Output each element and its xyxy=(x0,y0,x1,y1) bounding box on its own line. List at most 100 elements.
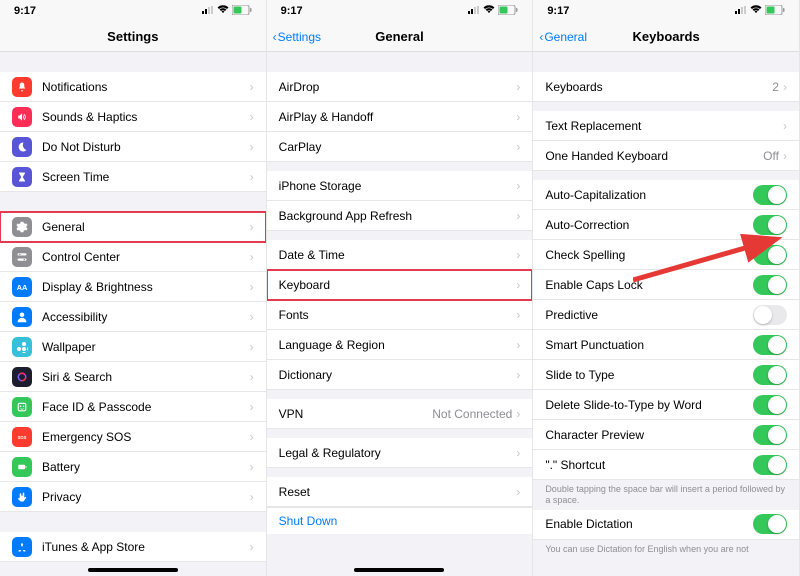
row-label: Notifications xyxy=(42,80,250,94)
settings-row[interactable]: Keyboards2› xyxy=(533,72,799,102)
nav-bar: ‹General Keyboards xyxy=(533,22,799,52)
row-label: Delete Slide-to-Type by Word xyxy=(545,398,753,412)
home-indicator[interactable] xyxy=(88,568,178,572)
toggle-switch[interactable] xyxy=(753,245,787,265)
settings-row[interactable]: Predictive xyxy=(533,300,799,330)
chevron-right-icon: › xyxy=(250,540,254,554)
settings-row[interactable]: SOSEmergency SOS› xyxy=(0,422,266,452)
cellular-icon xyxy=(735,5,747,17)
settings-row[interactable]: Siri & Search› xyxy=(0,362,266,392)
chevron-right-icon: › xyxy=(250,310,254,324)
settings-row[interactable]: CarPlay› xyxy=(267,132,533,162)
toggle-switch[interactable] xyxy=(753,425,787,445)
settings-screen: 9:17 Settings Notifications›Sounds & Hap… xyxy=(0,0,267,576)
settings-row[interactable]: Delete Slide-to-Type by Word xyxy=(533,390,799,420)
settings-row[interactable]: Control Center› xyxy=(0,242,266,272)
toggle-switch[interactable] xyxy=(753,185,787,205)
chevron-right-icon: › xyxy=(516,110,520,124)
page-title: General xyxy=(375,29,423,44)
toggle-switch[interactable] xyxy=(753,365,787,385)
settings-row[interactable]: AirPlay & Handoff› xyxy=(267,102,533,132)
status-bar: 9:17 xyxy=(0,0,266,22)
chevron-right-icon: › xyxy=(516,179,520,193)
toggle-switch[interactable] xyxy=(753,275,787,295)
settings-row[interactable]: Language & Region› xyxy=(267,330,533,360)
row-label: One Handed Keyboard xyxy=(545,149,763,163)
face-icon xyxy=(12,397,32,417)
chevron-right-icon: › xyxy=(516,209,520,223)
chevron-right-icon: › xyxy=(250,220,254,234)
settings-row[interactable]: Date & Time› xyxy=(267,240,533,270)
wifi-icon xyxy=(750,5,762,17)
hourglass-icon xyxy=(12,167,32,187)
settings-row[interactable]: Character Preview xyxy=(533,420,799,450)
settings-row[interactable]: Check Spelling xyxy=(533,240,799,270)
settings-row[interactable]: Notifications› xyxy=(0,72,266,102)
settings-list: Notifications›Sounds & Haptics›Do Not Di… xyxy=(0,52,266,562)
settings-row[interactable]: Enable Caps Lock xyxy=(533,270,799,300)
battery-icon xyxy=(765,5,785,18)
settings-row[interactable]: Sounds & Haptics› xyxy=(0,102,266,132)
chevron-right-icon: › xyxy=(516,407,520,421)
row-label: Language & Region xyxy=(279,338,517,352)
settings-row[interactable]: Reset› xyxy=(267,477,533,507)
settings-row[interactable]: Auto-Capitalization xyxy=(533,180,799,210)
settings-row[interactable]: Smart Punctuation xyxy=(533,330,799,360)
settings-row[interactable]: Dictionary› xyxy=(267,360,533,390)
row-label: Privacy xyxy=(42,490,250,504)
cellular-icon xyxy=(202,5,214,17)
settings-row[interactable]: Wallpaper› xyxy=(0,332,266,362)
page-title: Settings xyxy=(107,29,158,44)
toggle-switch[interactable] xyxy=(753,335,787,355)
settings-row[interactable]: One Handed KeyboardOff› xyxy=(533,141,799,171)
nav-bar: Settings xyxy=(0,22,266,52)
row-label: Enable Dictation xyxy=(545,517,753,531)
row-label: Face ID & Passcode xyxy=(42,400,250,414)
chevron-right-icon: › xyxy=(516,446,520,460)
settings-row[interactable]: Slide to Type xyxy=(533,360,799,390)
back-button[interactable]: ‹General xyxy=(539,30,587,44)
settings-row[interactable]: Legal & Regulatory› xyxy=(267,438,533,468)
row-label: General xyxy=(42,220,250,234)
toggle-switch[interactable] xyxy=(753,514,787,534)
toggle-switch[interactable] xyxy=(753,395,787,415)
row-label: Control Center xyxy=(42,250,250,264)
chevron-left-icon: ‹ xyxy=(273,30,277,44)
settings-row[interactable]: VPNNot Connected› xyxy=(267,399,533,429)
settings-row[interactable]: Keyboard› xyxy=(267,270,533,300)
cellular-icon xyxy=(468,5,480,17)
settings-row[interactable]: iTunes & App Store› xyxy=(0,532,266,562)
moon-icon xyxy=(12,137,32,157)
settings-row[interactable]: Accessibility› xyxy=(0,302,266,332)
chevron-right-icon: › xyxy=(516,278,520,292)
settings-row[interactable]: Do Not Disturb› xyxy=(0,132,266,162)
settings-row[interactable]: Auto-Correction xyxy=(533,210,799,240)
settings-row[interactable]: "." Shortcut xyxy=(533,450,799,480)
settings-row[interactable]: Screen Time› xyxy=(0,162,266,192)
settings-row[interactable]: AADisplay & Brightness› xyxy=(0,272,266,302)
row-label: Do Not Disturb xyxy=(42,140,250,154)
shut-down-button[interactable]: Shut Down xyxy=(267,507,533,534)
settings-row[interactable]: AirDrop› xyxy=(267,72,533,102)
row-label: Smart Punctuation xyxy=(545,338,753,352)
general-screen: 9:17 ‹Settings General AirDrop›AirPlay &… xyxy=(267,0,534,576)
settings-row[interactable]: Enable Dictation xyxy=(533,510,799,540)
row-label: Date & Time xyxy=(279,248,517,262)
settings-row[interactable]: Text Replacement› xyxy=(533,111,799,141)
toggle-switch[interactable] xyxy=(753,455,787,475)
settings-row[interactable]: Face ID & Passcode› xyxy=(0,392,266,422)
settings-row[interactable]: iPhone Storage› xyxy=(267,171,533,201)
row-label: Character Preview xyxy=(545,428,753,442)
settings-row[interactable]: Battery› xyxy=(0,452,266,482)
settings-row[interactable]: Background App Refresh› xyxy=(267,201,533,231)
row-label: Battery xyxy=(42,460,250,474)
home-indicator[interactable] xyxy=(354,568,444,572)
chevron-right-icon: › xyxy=(250,280,254,294)
back-button[interactable]: ‹Settings xyxy=(273,30,321,44)
settings-row[interactable]: General› xyxy=(0,212,266,242)
toggle-switch[interactable] xyxy=(753,305,787,325)
toggle-switch[interactable] xyxy=(753,215,787,235)
settings-row[interactable]: Fonts› xyxy=(267,300,533,330)
status-bar: 9:17 xyxy=(267,0,533,22)
settings-row[interactable]: Privacy› xyxy=(0,482,266,512)
